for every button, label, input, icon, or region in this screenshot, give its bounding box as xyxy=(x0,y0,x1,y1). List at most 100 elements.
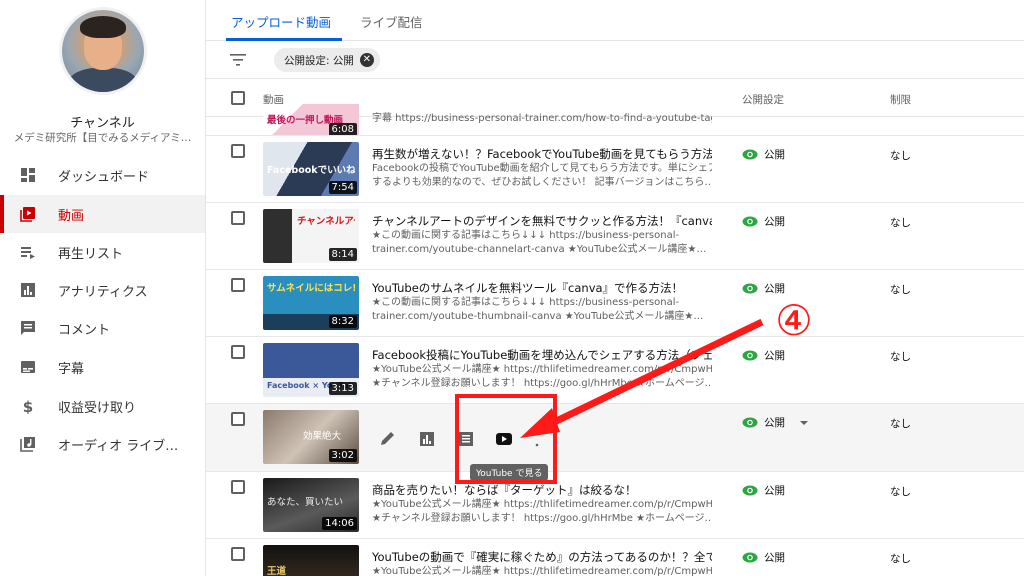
playlist-icon xyxy=(21,247,35,259)
video-title[interactable]: 再生数が増えない！？FacebookでYouTube動画を見てもらう方法【ア… xyxy=(372,146,712,162)
table-row[interactable]: 最後の一押し動画 6:08 字幕 https://business-person… xyxy=(206,104,1024,136)
video-thumbnail[interactable]: チャンネルアート デザインのコツ 8:14 xyxy=(263,209,359,263)
tab-bar: アップロード動画 ライブ配信 xyxy=(206,0,1024,41)
video-thumbnail[interactable]: 王道 xyxy=(263,545,359,576)
table-row[interactable]: サムネイルにはコレ! Canva 使いやすいしか 8:32 YouTubeのサム… xyxy=(206,270,1024,337)
video-title[interactable]: チャンネルアートのデザインを無料でサクッと作る方法！『canva』を… xyxy=(372,213,712,229)
video-description: ★この動画に関する記事はこちら↓↓↓ https://business-pers… xyxy=(372,297,680,308)
video-thumbnail[interactable]: Facebookでいいね YouTube 7:54 xyxy=(263,142,359,196)
chevron-down-icon xyxy=(800,420,808,425)
filter-icon[interactable] xyxy=(230,54,246,66)
visibility-label: 公開 xyxy=(764,552,785,564)
eye-icon xyxy=(742,485,758,496)
tab-live[interactable]: ライブ配信 xyxy=(360,12,423,31)
duration-badge: 8:32 xyxy=(328,315,357,328)
restriction-status: なし xyxy=(890,486,911,498)
thumbnail-text: Facebookでいいね YouTube xyxy=(267,165,355,176)
row-checkbox[interactable] xyxy=(231,480,245,494)
row-checkbox[interactable] xyxy=(231,144,245,158)
visibility-status[interactable]: 公開 xyxy=(742,348,785,363)
sidebar-item-label: コメント xyxy=(58,322,111,338)
audio-library-icon xyxy=(20,437,35,452)
visibility-status[interactable]: 公開 xyxy=(742,147,785,162)
channel-description: メデミ研究所【目でみるメディアミ… xyxy=(13,132,192,144)
filter-bar: 公開設定: 公開 ✕ xyxy=(206,41,1024,79)
video-thumbnail[interactable]: Facebook × YouTube 3:13 xyxy=(263,343,359,397)
tab-uploads[interactable]: アップロード動画 xyxy=(231,12,331,31)
edit-icon[interactable] xyxy=(378,430,398,448)
sidebar-item-label: 字幕 xyxy=(58,361,85,377)
video-description: ★YouTube公式メール講座★ https://thlifetimedream… xyxy=(372,364,712,375)
sidebar-item-monetization[interactable]: $ 収益受け取り xyxy=(0,387,205,425)
table-row[interactable]: 王道 YouTubeの動画で『確実に稼ぐため』の方法ってあるのか！？全ての… ★… xyxy=(206,539,1024,576)
avatar[interactable] xyxy=(62,10,144,92)
row-checkbox[interactable] xyxy=(231,278,245,292)
dashboard-icon xyxy=(21,168,35,182)
video-description: Facebookの投稿でYouTube動画を紹介して見てもらう方法です。単にシェ… xyxy=(372,163,712,174)
more-icon[interactable] xyxy=(532,430,542,448)
sidebar-item-dashboard[interactable]: ダッシュボード xyxy=(0,156,205,194)
video-title[interactable]: YouTubeのサムネイルを無料ツール『canva』で作る方法！ xyxy=(372,280,712,296)
video-title[interactable]: 商品を売りたい！ならば『ターゲット』は絞るな！ xyxy=(372,482,712,498)
filter-chip-label: 公開設定: 公開 xyxy=(284,54,354,67)
sidebar-item-subtitles[interactable]: 字幕 xyxy=(0,348,205,386)
row-checkbox[interactable] xyxy=(231,211,245,225)
svg-text:$: $ xyxy=(23,398,33,414)
duration-badge: 3:13 xyxy=(328,382,357,395)
sidebar-item-playlists[interactable]: 再生リスト xyxy=(0,233,205,271)
video-thumbnail[interactable]: 効果絶大 3:02 xyxy=(263,410,359,464)
comment-icon xyxy=(21,321,35,335)
duration-badge: 14:06 xyxy=(322,517,357,530)
video-description: するよりも効果的なので、ぜひお試しください！ 記事バージョンはこちら… xyxy=(372,177,712,188)
video-description: ★チャンネル登録お願いします！ https://goo.gl/hHrMbe ★ホ… xyxy=(372,378,712,389)
dollar-icon: $ xyxy=(23,398,33,414)
duration-badge: 6:08 xyxy=(328,123,357,135)
restriction-status: なし xyxy=(890,351,911,363)
video-title[interactable]: Facebook投稿にYouTube動画を埋め込んでシェアする方法（フェイス… xyxy=(372,347,712,363)
visibility-dropdown[interactable]: 公開 xyxy=(742,415,809,430)
restriction-status: なし xyxy=(890,217,911,229)
row-checkbox[interactable] xyxy=(231,345,245,359)
sidebar: チャンネル メデミ研究所【目でみるメディアミ… ダッシュボード 動画 再生リスト… xyxy=(0,0,205,576)
channel-name[interactable]: チャンネル xyxy=(0,112,205,131)
filter-chip[interactable]: 公開設定: 公開 ✕ xyxy=(274,48,380,72)
visibility-status[interactable]: 公開 xyxy=(742,281,785,296)
video-thumbnail[interactable]: 最後の一押し動画 6:08 xyxy=(263,104,359,135)
table-row[interactable]: Facebook × YouTube 3:13 Facebook投稿にYouTu… xyxy=(206,337,1024,404)
table-row[interactable]: あなた、買いたい 14:06 商品を売りたい！ならば『ターゲット』は絞るな！ ★… xyxy=(206,472,1024,539)
select-all-checkbox[interactable] xyxy=(231,91,245,105)
visibility-label: 公開 xyxy=(764,149,785,161)
video-thumbnail[interactable]: あなた、買いたい 14:06 xyxy=(263,478,359,532)
annotation-step-label: ④ xyxy=(775,296,813,345)
video-thumbnail[interactable]: サムネイルにはコレ! Canva 使いやすいしか 8:32 xyxy=(263,276,359,330)
analytics-icon[interactable] xyxy=(417,430,437,448)
sidebar-item-comments[interactable]: コメント xyxy=(0,309,205,347)
close-icon[interactable]: ✕ xyxy=(359,53,374,67)
sidebar-item-videos[interactable]: 動画 xyxy=(0,195,205,233)
youtube-icon[interactable] xyxy=(494,430,514,448)
thumbnail-text: チャンネルアート デザインのコツ xyxy=(297,216,355,227)
visibility-status[interactable]: 公開 xyxy=(742,483,785,498)
sidebar-item-audio-library[interactable]: オーディオ ライブ… xyxy=(0,425,205,463)
duration-badge: 7:54 xyxy=(328,181,357,194)
restriction-status: なし xyxy=(890,418,911,430)
eye-icon xyxy=(742,350,758,361)
table-row[interactable]: Facebookでいいね YouTube 7:54 再生数が増えない！？Face… xyxy=(206,136,1024,203)
comments-icon[interactable] xyxy=(456,430,476,448)
video-title[interactable]: YouTubeの動画で『確実に稼ぐため』の方法ってあるのか！？全ての… xyxy=(372,549,712,565)
visibility-status[interactable]: 公開 xyxy=(742,550,785,565)
thumbnail-text: 効果絶大 xyxy=(303,431,342,442)
row-checkbox[interactable] xyxy=(231,547,245,561)
visibility-label: 公開 xyxy=(764,417,785,429)
row-checkbox[interactable] xyxy=(231,412,245,426)
visibility-status[interactable]: 公開 xyxy=(742,214,785,229)
video-description: ★この動画に関する記事はこちら↓↓↓ https://business-pers… xyxy=(372,230,680,241)
thumbnail-text: サムネイルにはコレ! Canva 使いやすいしか xyxy=(267,283,355,294)
youtube-studio-app: チャンネル メデミ研究所【目でみるメディアミ… ダッシュボード 動画 再生リスト… xyxy=(0,0,1024,576)
eye-icon xyxy=(742,552,758,563)
table-row[interactable]: 効果絶大 3:02 YouTube で見る 公開 なし xyxy=(206,394,1024,484)
sidebar-item-analytics[interactable]: アナリティクス xyxy=(0,271,205,309)
thumbnail-text: あなた、買いたい xyxy=(267,497,344,508)
table-row[interactable]: チャンネルアート デザインのコツ 8:14 チャンネルアートのデザインを無料でサ… xyxy=(206,203,1024,270)
visibility-label: 公開 xyxy=(764,216,785,228)
